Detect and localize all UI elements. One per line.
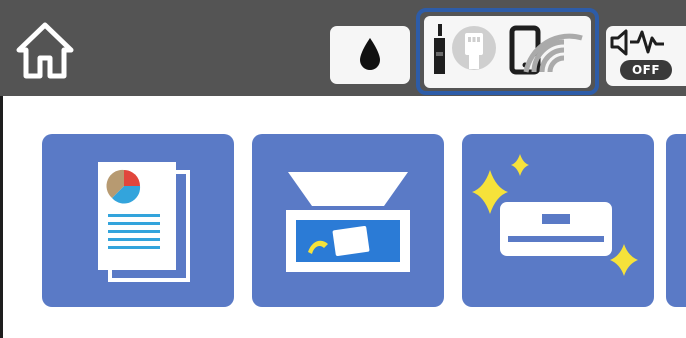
- ethernet-icon: [434, 24, 496, 74]
- copy-tile[interactable]: [42, 134, 234, 307]
- home-button[interactable]: [14, 18, 76, 82]
- home-icon: [16, 22, 74, 79]
- ink-levels-button[interactable]: [330, 26, 410, 84]
- scan-tile[interactable]: [252, 134, 444, 307]
- wifi-direct-icon: [509, 25, 583, 75]
- next-tile[interactable]: [666, 134, 686, 307]
- network-status-button[interactable]: [424, 16, 591, 88]
- sound-button[interactable]: OFF: [606, 26, 686, 86]
- copy-icon: [98, 162, 190, 282]
- sound-status-label: OFF: [620, 60, 672, 80]
- maintenance-tile[interactable]: [462, 134, 654, 307]
- status-bar: OFF: [0, 0, 686, 96]
- scan-icon: [286, 172, 410, 272]
- maintenance-icon: [472, 154, 638, 276]
- speaker-icon: [610, 29, 664, 56]
- ink-drop-icon: [360, 38, 380, 70]
